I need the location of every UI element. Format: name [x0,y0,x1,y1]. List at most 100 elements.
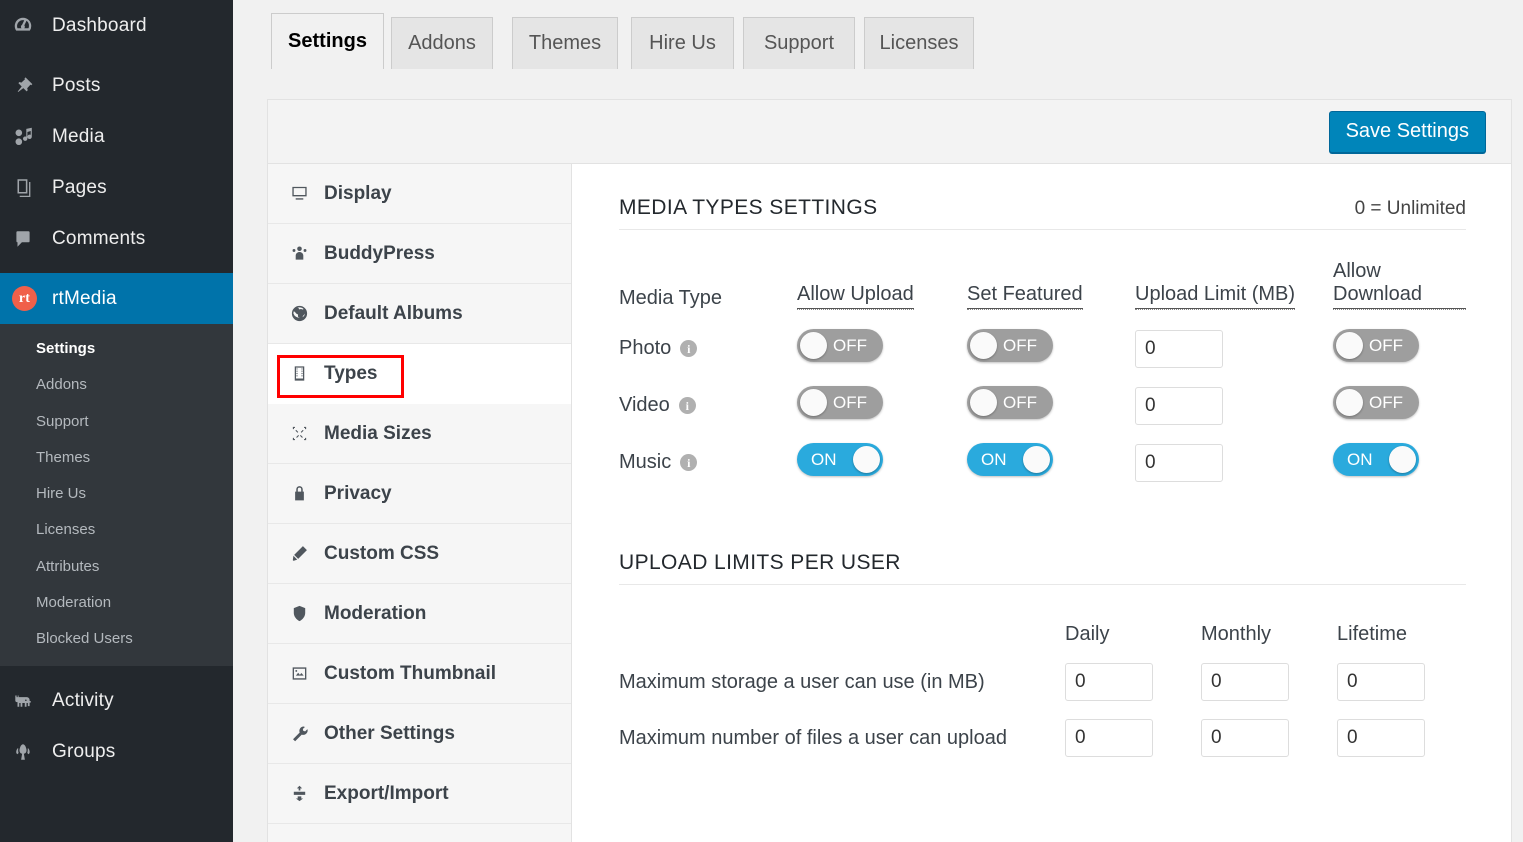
col-label[interactable]: Allow Download [1333,260,1466,310]
sidebar-item-rtmedia[interactable]: rt rtMedia [0,273,233,324]
tab-settings[interactable]: Settings [271,13,384,69]
settings-panel: Save Settings Display BuddyPress [267,99,1512,842]
col-monthly: Monthly [1201,601,1337,654]
files-monthly-input[interactable] [1201,719,1289,757]
col-lifetime: Lifetime [1337,601,1466,654]
sidebar-item-label: rtMedia [44,288,117,310]
sidebar-item-dashboard[interactable]: Dashboard [0,0,233,51]
tab-addons[interactable]: Addons [391,17,493,69]
submenu-item-attributes[interactable]: Attributes [0,549,233,585]
set-featured-toggle[interactable]: ON [967,443,1053,476]
table-row: Maximum number of files a user can uploa… [619,710,1466,766]
tab-hire-us[interactable]: Hire Us [631,17,734,69]
col-label[interactable]: Allow Upload [797,283,914,310]
settings-nav-item-moderation[interactable]: Moderation [268,584,571,644]
sidebar-divider [0,666,233,675]
allow-download-toggle[interactable]: ON [1333,443,1419,476]
col-label[interactable]: Set Featured [967,283,1083,310]
files-daily-input[interactable] [1065,719,1153,757]
resize-icon [290,424,324,443]
sidebar-item-label: Media [44,126,105,148]
filmstrip-icon [290,364,324,383]
allow-download-toggle[interactable]: OFF [1333,329,1419,362]
settings-nav-item-privacy[interactable]: Privacy [268,464,571,524]
settings-nav-label: Custom Thumbnail [324,663,496,685]
image-icon [290,664,324,683]
settings-nav-item-next[interactable] [268,824,571,842]
submenu-item-label: Settings [36,340,95,357]
set-featured-toggle[interactable]: OFF [967,329,1053,362]
settings-nav-item-custom-thumbnail[interactable]: Custom Thumbnail [268,644,571,704]
sidebar-item-comments[interactable]: Comments [0,213,233,264]
sidebar-item-media[interactable]: Media [0,111,233,162]
info-icon[interactable]: i [679,397,696,414]
allow-upload-toggle[interactable]: ON [797,443,883,476]
submenu-item-licenses[interactable]: Licenses [0,512,233,548]
cell-media-type: Photo i [619,320,797,377]
sidebar-item-posts[interactable]: Posts [0,60,233,111]
col-label: Lifetime [1337,623,1407,645]
files-lifetime-input[interactable] [1337,719,1425,757]
submenu-item-themes[interactable]: Themes [0,440,233,476]
submenu-item-hire-us[interactable]: Hire Us [0,476,233,512]
cell-lifetime [1337,710,1466,766]
storage-daily-input[interactable] [1065,663,1153,701]
settings-nav-item-buddypress[interactable]: BuddyPress [268,224,571,284]
pin-icon [12,75,44,97]
col-label: Daily [1065,623,1109,645]
tab-support[interactable]: Support [743,17,855,69]
table-header-row: Media Type Allow Upload Set Featured Upl… [619,244,1466,320]
settings-nav-item-display[interactable]: Display [268,164,571,224]
cell-upload-limit [1135,434,1333,491]
tab-label: Licenses [880,32,959,55]
comment-icon [12,228,44,250]
col-label: Monthly [1201,623,1271,645]
submenu-item-settings[interactable]: Settings [0,331,233,367]
col-allow-download: Allow Download [1333,244,1466,320]
save-settings-button[interactable]: Save Settings [1329,111,1486,153]
upload-limit-input[interactable] [1135,444,1223,482]
tab-themes[interactable]: Themes [512,17,618,69]
settings-nav-label: Privacy [324,483,392,505]
info-icon[interactable]: i [680,340,697,357]
settings-nav-label: Display [324,183,392,205]
allow-upload-toggle[interactable]: OFF [797,386,883,419]
toggle-knob [1023,446,1050,473]
cell-set-featured: ON [967,434,1135,491]
submenu-item-blocked-users[interactable]: Blocked Users [0,621,233,657]
tab-licenses[interactable]: Licenses [864,17,974,69]
settings-nav-item-default-albums[interactable]: Default Albums [268,284,571,344]
upload-limit-input[interactable] [1135,387,1223,425]
sidebar-item-groups[interactable]: Groups [0,726,233,777]
cell-set-featured: OFF [967,320,1135,377]
media-types-header: MEDIA TYPES SETTINGS 0 = Unlimited [619,196,1466,230]
media-type-label: Video [619,394,670,417]
toggle-knob [1389,446,1416,473]
sidebar-item-activity[interactable]: Activity [0,675,233,726]
col-label[interactable]: Upload Limit (MB) [1135,283,1295,310]
sidebar-item-pages[interactable]: Pages [0,162,233,213]
cell-lifetime [1337,654,1466,710]
settings-nav-item-types[interactable]: Types [268,344,571,404]
set-featured-toggle[interactable]: OFF [967,386,1053,419]
allow-download-toggle[interactable]: OFF [1333,386,1419,419]
settings-nav-item-media-sizes[interactable]: Media Sizes [268,404,571,464]
submenu-item-support[interactable]: Support [0,404,233,440]
allow-upload-toggle[interactable]: OFF [797,329,883,362]
sidebar-item-label: Dashboard [44,15,147,37]
settings-nav-item-custom-css[interactable]: Custom CSS [268,524,571,584]
settings-nav-item-other-settings[interactable]: Other Settings [268,704,571,764]
submenu-item-moderation[interactable]: Moderation [0,585,233,621]
upload-limit-input[interactable] [1135,330,1223,368]
cell-allow-download: OFF [1333,320,1466,377]
cell-upload-limit [1135,320,1333,377]
storage-monthly-input[interactable] [1201,663,1289,701]
storage-lifetime-input[interactable] [1337,663,1425,701]
cell-allow-upload: OFF [797,377,967,434]
toggle-label: OFF [1003,386,1037,419]
info-icon[interactable]: i [680,454,697,471]
submenu-item-addons[interactable]: Addons [0,367,233,403]
toggle-knob [970,332,997,359]
settings-nav-item-export-import[interactable]: Export/Import [268,764,571,824]
media-types-table: Media Type Allow Upload Set Featured Upl… [619,244,1466,491]
